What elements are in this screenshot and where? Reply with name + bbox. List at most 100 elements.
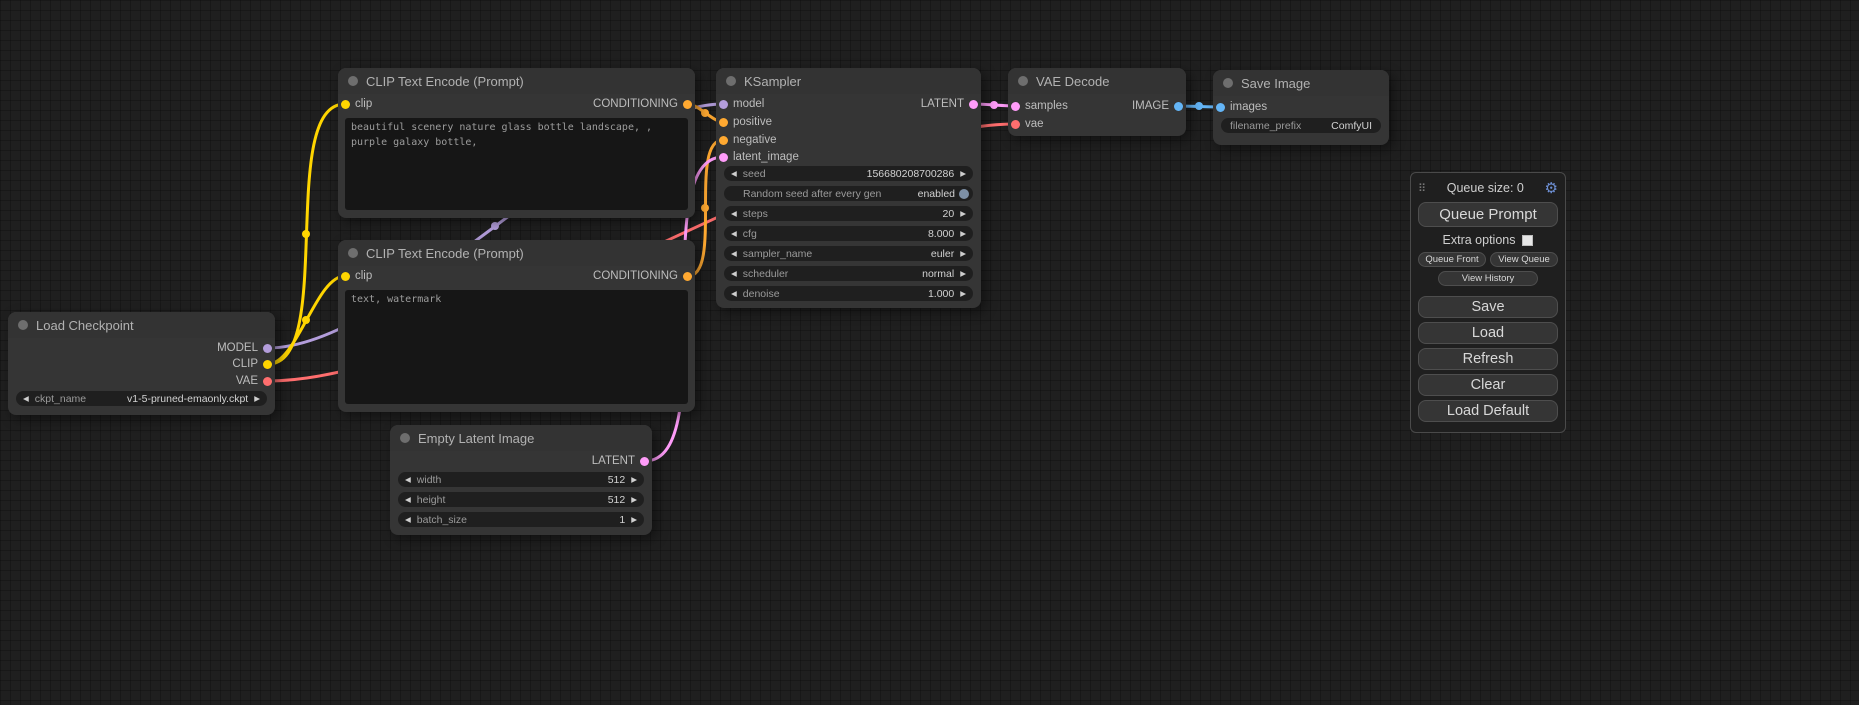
input-port-model[interactable]: model <box>719 97 769 111</box>
widget-seed[interactable]: ◀ seed 156680208700286 ▶ <box>724 166 973 181</box>
arrow-right-icon[interactable]: ▶ <box>958 206 968 221</box>
save-button[interactable]: Save <box>1418 296 1558 318</box>
node-title-bar[interactable]: Empty Latent Image <box>390 425 652 451</box>
output-port-latent[interactable]: LATENT <box>916 97 978 111</box>
input-port-latent-image[interactable]: latent_image <box>719 150 804 164</box>
queue-prompt-button[interactable]: Queue Prompt <box>1418 202 1558 227</box>
image-port-dot[interactable] <box>1174 102 1183 111</box>
widget-steps[interactable]: ◀ steps 20 ▶ <box>724 206 973 221</box>
model-port-dot[interactable] <box>263 344 272 353</box>
conditioning-port-dot[interactable] <box>683 100 692 109</box>
widget-denoise[interactable]: ◀ denoise 1.000 ▶ <box>724 286 973 301</box>
arrow-left-icon[interactable]: ◀ <box>403 512 413 527</box>
view-history-button[interactable]: View History <box>1438 271 1538 286</box>
load-button[interactable]: Load <box>1418 322 1558 344</box>
latent-port-dot[interactable] <box>1011 102 1020 111</box>
input-port-samples[interactable]: samples <box>1011 99 1073 113</box>
output-port-clip[interactable]: CLIP <box>227 357 272 371</box>
widget-filename-prefix[interactable]: filename_prefix ComfyUI <box>1221 118 1381 133</box>
arrow-right-icon[interactable]: ▶ <box>629 492 639 507</box>
output-port-conditioning[interactable]: CONDITIONING <box>588 269 692 283</box>
arrow-right-icon[interactable]: ▶ <box>958 226 968 241</box>
collapse-dot-icon[interactable] <box>1018 76 1028 86</box>
drag-handle-icon[interactable]: ⠿ <box>1418 182 1426 195</box>
latent-port-dot[interactable] <box>969 100 978 109</box>
input-port-positive[interactable]: positive <box>719 115 777 129</box>
arrow-left-icon[interactable]: ◀ <box>729 206 739 221</box>
arrow-left-icon[interactable]: ◀ <box>729 226 739 241</box>
collapse-dot-icon[interactable] <box>348 76 358 86</box>
widget-height[interactable]: ◀ height 512 ▶ <box>398 492 644 507</box>
toggle-dot[interactable] <box>959 189 969 199</box>
latent-port-dot[interactable] <box>640 457 649 466</box>
input-port-clip[interactable]: clip <box>341 97 377 111</box>
arrow-right-icon[interactable]: ▶ <box>629 472 639 487</box>
clip-port-dot[interactable] <box>341 272 350 281</box>
node-load-checkpoint[interactable]: Load Checkpoint MODEL CLIP VAE ◀ ckpt_na… <box>8 312 275 415</box>
node-title-bar[interactable]: KSampler <box>716 68 981 94</box>
conditioning-port-dot[interactable] <box>683 272 692 281</box>
arrow-left-icon[interactable]: ◀ <box>403 472 413 487</box>
collapse-dot-icon[interactable] <box>1223 78 1233 88</box>
arrow-left-icon[interactable]: ◀ <box>729 166 739 181</box>
input-port-clip[interactable]: clip <box>341 269 377 283</box>
output-port-image[interactable]: IMAGE <box>1127 99 1183 113</box>
model-port-dot[interactable] <box>719 100 728 109</box>
node-vae-decode[interactable]: VAE Decode samples vae IMAGE <box>1008 68 1186 136</box>
node-title-bar[interactable]: Load Checkpoint <box>8 312 275 338</box>
arrow-right-icon[interactable]: ▶ <box>958 246 968 261</box>
clip-port-dot[interactable] <box>263 360 272 369</box>
node-empty-latent-image[interactable]: Empty Latent Image LATENT ◀ width 512 ▶ … <box>390 425 652 535</box>
vae-port-dot[interactable] <box>263 377 272 386</box>
comfyui-canvas[interactable]: Load Checkpoint MODEL CLIP VAE ◀ ckpt_na… <box>0 0 1859 705</box>
arrow-right-icon[interactable]: ▶ <box>958 286 968 301</box>
arrow-left-icon[interactable]: ◀ <box>729 286 739 301</box>
collapse-dot-icon[interactable] <box>348 248 358 258</box>
collapse-dot-icon[interactable] <box>400 433 410 443</box>
prompt-textarea[interactable]: beautiful scenery nature glass bottle la… <box>345 118 688 210</box>
widget-sampler-name[interactable]: ◀ sampler_name euler ▶ <box>724 246 973 261</box>
widget-width[interactable]: ◀ width 512 ▶ <box>398 472 644 487</box>
arrow-right-icon[interactable]: ▶ <box>252 391 262 406</box>
conditioning-port-dot[interactable] <box>719 118 728 127</box>
view-queue-button[interactable]: View Queue <box>1490 252 1558 267</box>
widget-batch-size[interactable]: ◀ batch_size 1 ▶ <box>398 512 644 527</box>
input-port-negative[interactable]: negative <box>719 133 781 147</box>
settings-gear-icon[interactable]: ⚙ <box>1545 181 1558 196</box>
widget-ckpt-name[interactable]: ◀ ckpt_name v1-5-pruned-emaonly.ckpt ▶ <box>16 391 267 406</box>
arrow-right-icon[interactable]: ▶ <box>629 512 639 527</box>
node-title-bar[interactable]: VAE Decode <box>1008 68 1186 94</box>
node-save-image[interactable]: Save Image images filename_prefix ComfyU… <box>1213 70 1389 145</box>
arrow-right-icon[interactable]: ▶ <box>958 266 968 281</box>
output-port-model[interactable]: MODEL <box>212 341 272 355</box>
arrow-left-icon[interactable]: ◀ <box>729 246 739 261</box>
queue-front-button[interactable]: Queue Front <box>1418 252 1486 267</box>
collapse-dot-icon[interactable] <box>18 320 28 330</box>
image-port-dot[interactable] <box>1216 103 1225 112</box>
input-port-images[interactable]: images <box>1216 100 1272 114</box>
arrow-left-icon[interactable]: ◀ <box>21 391 31 406</box>
collapse-dot-icon[interactable] <box>726 76 736 86</box>
widget-cfg[interactable]: ◀ cfg 8.000 ▶ <box>724 226 973 241</box>
node-title-bar[interactable]: Save Image <box>1213 70 1389 96</box>
node-title-bar[interactable]: CLIP Text Encode (Prompt) <box>338 240 695 266</box>
arrow-left-icon[interactable]: ◀ <box>729 266 739 281</box>
node-title-bar[interactable]: CLIP Text Encode (Prompt) <box>338 68 695 94</box>
node-clip-text-encode-negative[interactable]: CLIP Text Encode (Prompt) clip CONDITION… <box>338 240 695 412</box>
widget-scheduler[interactable]: ◀ scheduler normal ▶ <box>724 266 973 281</box>
output-port-latent[interactable]: LATENT <box>587 454 649 468</box>
clip-port-dot[interactable] <box>341 100 350 109</box>
vae-port-dot[interactable] <box>1011 120 1020 129</box>
latent-port-dot[interactable] <box>719 153 728 162</box>
prompt-textarea[interactable]: text, watermark <box>345 290 688 404</box>
output-port-conditioning[interactable]: CONDITIONING <box>588 97 692 111</box>
output-port-vae[interactable]: VAE <box>231 374 272 388</box>
clear-button[interactable]: Clear <box>1418 374 1558 396</box>
load-default-button[interactable]: Load Default <box>1418 400 1558 422</box>
extra-options-checkbox[interactable] <box>1522 235 1533 246</box>
conditioning-port-dot[interactable] <box>719 136 728 145</box>
widget-random-seed-mode[interactable]: Random seed after every gen enabled <box>724 186 973 201</box>
node-clip-text-encode-positive[interactable]: CLIP Text Encode (Prompt) clip CONDITION… <box>338 68 695 218</box>
arrow-right-icon[interactable]: ▶ <box>958 166 968 181</box>
node-ksampler[interactable]: KSampler model positive negative latent_… <box>716 68 981 308</box>
